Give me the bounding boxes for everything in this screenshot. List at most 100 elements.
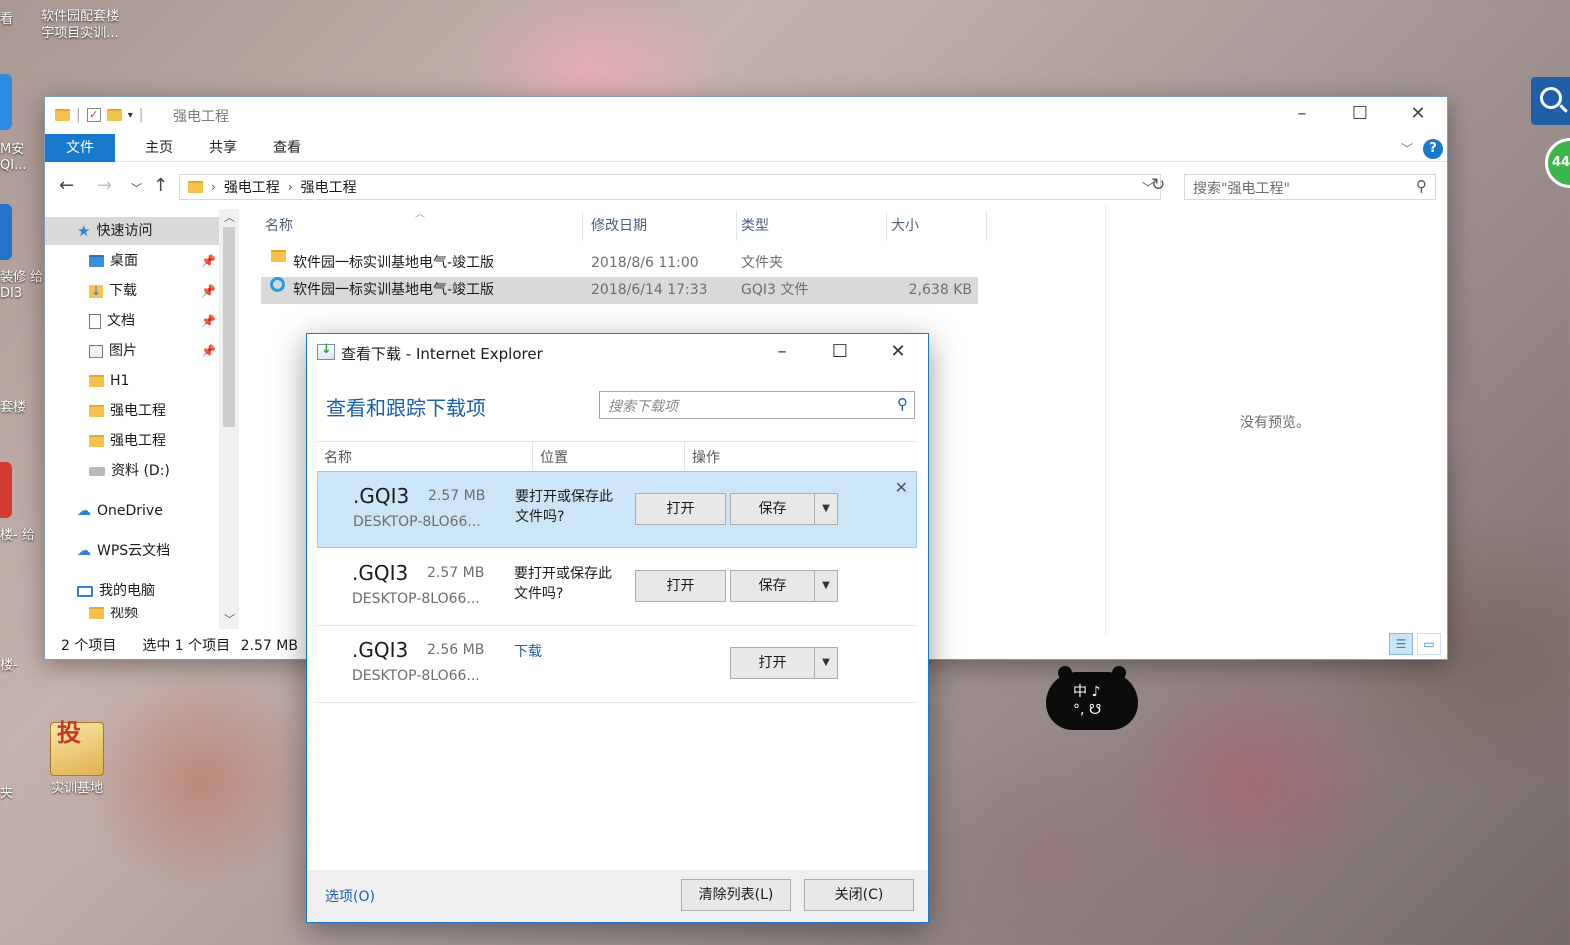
pin-icon[interactable]: 📌 (201, 277, 216, 305)
save-options-dropdown-icon[interactable]: ▼ (814, 493, 838, 525)
desktop-icon-top[interactable]: 软件园配套楼 宇项目实训... (32, 8, 128, 42)
open-button[interactable]: 打开 (635, 493, 726, 525)
selected-size: 2.57 MB (240, 638, 298, 654)
file-name: 软件园一标实训基地电气-竣工版 (293, 282, 495, 298)
close-dialog-button[interactable]: 关闭(C) (804, 879, 914, 911)
dialog-titlebar[interactable]: 查看下载 - Internet Explorer – ☐ ✕ (307, 334, 928, 370)
sidebar-item-label: 快速访问 (96, 223, 153, 239)
sidebar-item-videos[interactable]: 视频 (89, 607, 138, 619)
pin-icon[interactable]: 📌 (201, 337, 216, 365)
minimize-button[interactable]: – (753, 334, 811, 370)
desktop-icon-shixun[interactable]: 实训基地 (32, 722, 122, 797)
explorer-titlebar[interactable]: | ✓ ▾ | 强电工程 – ☐ ✕ (45, 97, 1447, 133)
new-folder-icon[interactable] (106, 109, 122, 121)
column-name[interactable]: 名称 (317, 442, 532, 470)
column-size[interactable]: 大小 (887, 211, 987, 241)
save-options-dropdown-icon[interactable]: ▼ (814, 570, 838, 602)
column-name[interactable]: 名称 (261, 211, 583, 241)
breadcrumb-item[interactable]: 强电工程 (301, 177, 357, 197)
file-row[interactable]: 软件园一标实训基地电气-竣工版 2018/6/14 17:33 GQI3 文件 … (261, 277, 978, 304)
file-row[interactable]: 软件园一标实训基地电气-竣工版 2018/8/6 11:00 文件夹 (261, 250, 978, 277)
pin-icon[interactable]: 📌 (201, 247, 216, 275)
scroll-down-icon[interactable]: ﹀ (224, 611, 235, 627)
sidebar-item-this-pc[interactable]: 我的电脑 (77, 577, 155, 605)
sidebar-item-quick-access[interactable]: ★ 快速访问 (45, 217, 219, 245)
maximize-button[interactable]: ☐ (1331, 97, 1389, 131)
badge-widget[interactable]: 44 (1545, 138, 1570, 188)
chevron-right-icon[interactable]: › (288, 180, 293, 194)
remove-item-icon[interactable]: ✕ (895, 478, 908, 497)
downloads-folder-link[interactable]: 下载 (514, 641, 542, 661)
ime-toolbar[interactable]: 中 ♪ °, ☋ (1046, 666, 1138, 730)
clear-list-button[interactable]: 清除列表(L) (681, 879, 791, 911)
close-button[interactable]: ✕ (869, 334, 927, 370)
sidebar-item-label: 资料 (D:) (111, 463, 170, 479)
preview-divider[interactable] (1105, 205, 1106, 635)
search-input[interactable]: 搜索"强电工程" ⚲ (1184, 174, 1436, 200)
edge-app-icon[interactable] (0, 462, 12, 518)
sidebar-item-qiangdian-2[interactable]: 强电工程 (89, 427, 166, 455)
maximize-button[interactable]: ☐ (811, 334, 869, 370)
edge-app-icon[interactable] (0, 74, 12, 130)
onedrive-cloud-icon: ☁ (77, 503, 91, 519)
download-name: .GQI3 (353, 484, 410, 508)
back-arrow-icon[interactable]: ← (59, 175, 74, 196)
sidebar-item-documents[interactable]: 文档 📌 (89, 307, 216, 335)
download-item[interactable]: .GQI3 2.56 MB DESKTOP-8LO66... 下载 打开 ▼ (317, 626, 917, 703)
minimize-button[interactable]: – (1273, 97, 1331, 131)
options-link[interactable]: 选项(O) (325, 886, 375, 906)
pin-icon[interactable]: 📌 (201, 307, 216, 335)
open-button[interactable]: 打开 (635, 570, 726, 602)
sidebar-item-label: 强电工程 (110, 403, 166, 419)
expand-ribbon-icon[interactable]: ﹀ (1401, 140, 1413, 157)
sidebar-item-onedrive[interactable]: ☁ OneDrive (77, 497, 163, 525)
ie-file-icon (270, 277, 285, 292)
folder-icon (89, 405, 104, 417)
download-item[interactable]: .GQI3 2.57 MB DESKTOP-8LO66... 要打开或保存此文件… (317, 549, 917, 626)
breadcrumb-item[interactable]: 强电工程 (224, 177, 280, 197)
column-date[interactable]: 修改日期 (587, 211, 737, 241)
refresh-icon[interactable]: ↻ (1151, 175, 1165, 195)
sidebar-item-wps[interactable]: ☁ WPS云文档 (77, 537, 170, 565)
open-options-dropdown-icon[interactable]: ▼ (814, 647, 838, 679)
chevron-right-icon[interactable]: › (211, 180, 216, 194)
up-arrow-icon[interactable]: ↑ (153, 175, 168, 196)
scroll-thumb[interactable] (223, 227, 235, 427)
selection-info: 选中 1 个项目 2.57 MB (142, 635, 298, 655)
column-actions[interactable]: 操作 (684, 442, 917, 470)
address-bar[interactable]: › 强电工程 › 强电工程 ﹀ (179, 174, 1161, 200)
nav-scrollbar[interactable]: ︿ ﹀ (219, 209, 239, 629)
sidebar-item-h1[interactable]: H1 (89, 367, 129, 395)
sidebar-item-qiangdian-1[interactable]: 强电工程 (89, 397, 166, 425)
open-button[interactable]: 打开 (730, 647, 815, 679)
column-location[interactable]: 位置 (532, 442, 684, 470)
help-icon[interactable]: ? (1423, 139, 1443, 159)
dialog-title: 查看下载 - Internet Explorer (341, 345, 543, 363)
sidebar-item-pictures[interactable]: 图片 📌 (89, 337, 216, 365)
download-item[interactable]: .GQI3 2.57 MB DESKTOP-8LO66... 要打开或保存此文件… (317, 471, 917, 548)
scroll-up-icon[interactable]: ︿ (224, 209, 235, 225)
forward-arrow-icon[interactable]: → (97, 175, 112, 196)
ime-line: 中 ♪ (1073, 684, 1101, 700)
tab-view[interactable]: 查看 (253, 134, 321, 162)
search-widget[interactable] (1531, 77, 1570, 125)
save-button[interactable]: 保存 (730, 570, 815, 602)
close-button[interactable]: ✕ (1389, 97, 1447, 131)
tab-share[interactable]: 共享 (189, 134, 257, 162)
tab-home[interactable]: 主页 (125, 134, 193, 162)
properties-icon[interactable]: ✓ (86, 108, 101, 122)
recent-locations-icon[interactable]: ﹀ (131, 180, 142, 196)
customize-dropdown-icon[interactable]: ▾ (128, 110, 133, 121)
column-type[interactable]: 类型 (737, 211, 887, 241)
sidebar-item-downloads[interactable]: 下载 📌 (89, 277, 216, 305)
large-icons-view-icon[interactable]: ▭ (1417, 633, 1441, 655)
save-button[interactable]: 保存 (730, 493, 815, 525)
tab-file[interactable]: 文件 (45, 134, 115, 162)
sidebar-item-desktop[interactable]: 桌面 📌 (89, 247, 216, 275)
edge-label: QI... (0, 158, 27, 173)
tender-file-icon (50, 722, 104, 776)
edge-app-icon[interactable] (0, 204, 12, 260)
details-view-icon[interactable]: ☰ (1389, 633, 1413, 655)
sidebar-item-drive-d[interactable]: 资料 (D:) (89, 457, 170, 485)
search-downloads-input[interactable]: 搜索下载项 ⚲ (599, 391, 915, 419)
